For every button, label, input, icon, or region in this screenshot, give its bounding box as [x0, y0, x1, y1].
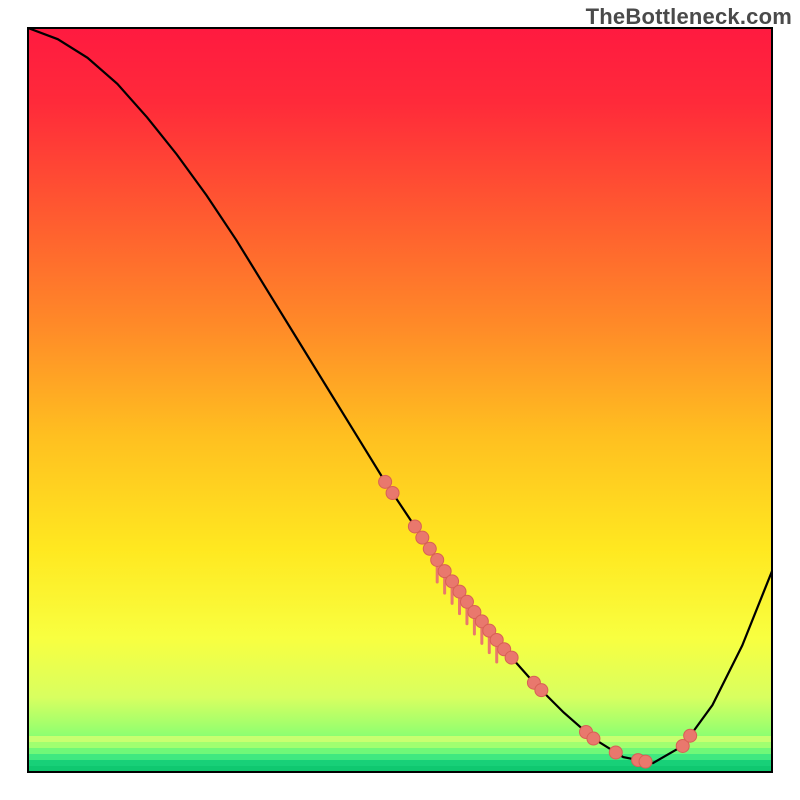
bottleneck-chart — [0, 0, 800, 800]
marker-dot — [416, 531, 429, 544]
marker-dot — [639, 755, 652, 768]
plot-background — [28, 28, 772, 772]
marker-dot — [505, 651, 518, 664]
marker-dot — [379, 475, 392, 488]
marker-dot — [408, 520, 421, 533]
marker-dot — [431, 553, 444, 566]
marker-dot — [423, 542, 436, 555]
bottom-green-stripes — [28, 736, 772, 772]
marker-dot — [609, 746, 622, 759]
marker-dot — [587, 732, 600, 745]
chart-frame: TheBottleneck.com — [0, 0, 800, 800]
marker-dot — [535, 684, 548, 697]
marker-dot — [684, 729, 697, 742]
marker-dot — [386, 487, 399, 500]
